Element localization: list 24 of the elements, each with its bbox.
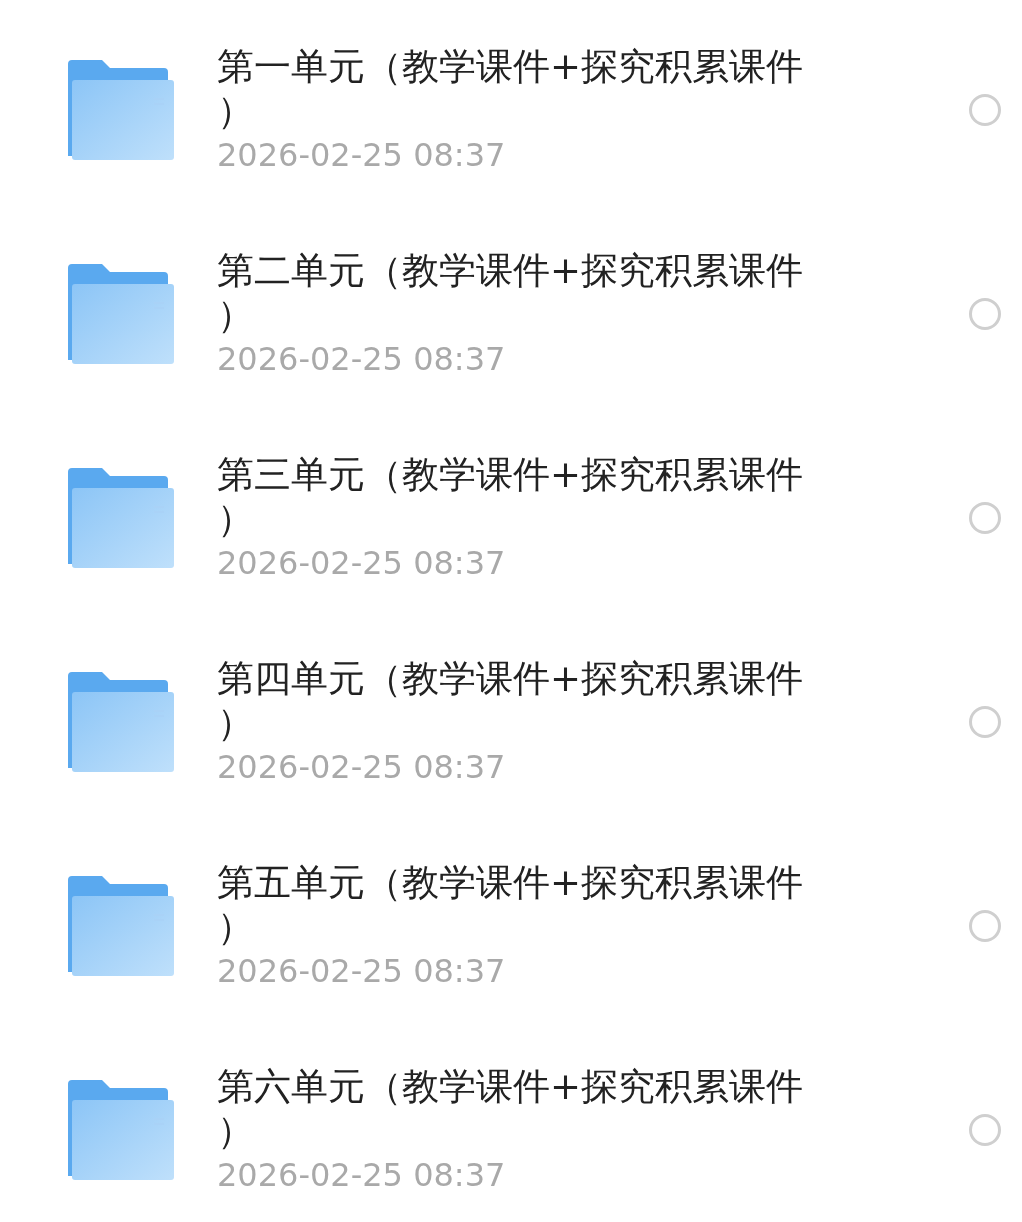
modified-date: 2026-02-25 08:37 [217, 543, 507, 583]
folder-name: 第三单元（教学课件+探究积累课件） [217, 453, 804, 541]
folder-icon [66, 264, 174, 364]
folder-icon [66, 1080, 174, 1180]
folder-icon [66, 672, 174, 772]
modified-date: 2026-02-25 08:37 [217, 747, 507, 787]
select-radio[interactable] [969, 502, 1001, 534]
folder-name: 第五单元（教学课件+探究积累课件） [217, 861, 804, 949]
folder-icon [66, 468, 174, 568]
select-radio[interactable] [969, 1114, 1001, 1146]
modified-date: 2026-02-25 08:37 [217, 951, 507, 991]
select-radio[interactable] [969, 298, 1001, 330]
select-radio[interactable] [969, 94, 1001, 126]
modified-date: 2026-02-25 08:37 [217, 1155, 507, 1195]
folder-name: 第四单元（教学课件+探究积累课件） [217, 657, 804, 745]
modified-date: 2026-02-25 08:37 [217, 339, 507, 379]
folder-icon [66, 876, 174, 976]
folder-name: 第一单元（教学课件+探究积累课件） [217, 45, 804, 133]
modified-date: 2026-02-25 08:37 [217, 135, 507, 175]
folder-name: 第六单元（教学课件+探究积累课件） [217, 1065, 804, 1153]
folder-icon [66, 60, 174, 160]
folder-name: 第二单元（教学课件+探究积累课件） [217, 249, 804, 337]
select-radio[interactable] [969, 706, 1001, 738]
select-radio[interactable] [969, 910, 1001, 942]
